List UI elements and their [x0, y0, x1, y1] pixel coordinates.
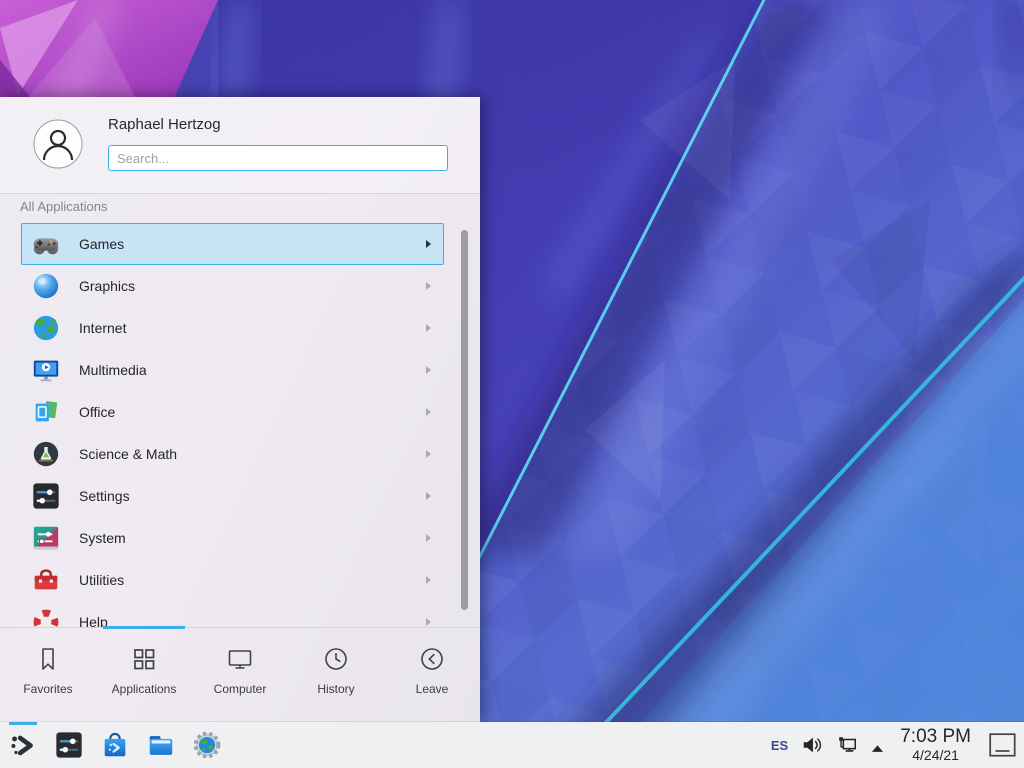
submenu-arrow-icon	[426, 240, 431, 248]
category-row-multimedia[interactable]: Multimedia	[21, 349, 444, 391]
active-tab-indicator	[103, 626, 185, 629]
clock-date: 4/24/21	[900, 748, 971, 763]
user-avatar-icon[interactable]	[33, 119, 83, 169]
network-icon[interactable]	[836, 734, 858, 756]
section-label: All Applications	[20, 199, 107, 214]
submenu-arrow-icon	[426, 492, 431, 500]
web-browser-button[interactable]	[184, 722, 230, 768]
discover-button[interactable]	[92, 722, 138, 768]
category-row-graphics[interactable]: Graphics	[21, 265, 444, 307]
expand-tray-icon[interactable]	[871, 741, 884, 750]
tab-history[interactable]: History	[288, 628, 384, 723]
category-label: Science & Math	[79, 446, 426, 462]
search-input[interactable]	[108, 145, 448, 171]
taskbar-launchers	[0, 722, 230, 768]
category-label: Office	[79, 404, 426, 420]
science-flask-icon	[31, 439, 61, 469]
category-label: Multimedia	[79, 362, 426, 378]
user-name: Raphael Hertzog	[108, 116, 221, 133]
category-label: Games	[79, 236, 426, 252]
category-row-science[interactable]: Science & Math	[21, 433, 444, 475]
category-row-help[interactable]: Help	[21, 601, 444, 627]
submenu-arrow-icon	[426, 324, 431, 332]
gamepad-icon	[31, 229, 61, 259]
submenu-arrow-icon	[426, 408, 431, 416]
category-row-internet[interactable]: Internet	[21, 307, 444, 349]
submenu-arrow-icon	[426, 534, 431, 542]
office-icon	[31, 397, 61, 427]
monitor-icon	[225, 644, 255, 674]
launcher-tab-bar: Favorites Applications Computer History	[0, 627, 480, 723]
submenu-arrow-icon	[426, 366, 431, 374]
taskbar: ES 7:03 PM 4/24/21	[0, 722, 1024, 768]
category-label: System	[79, 530, 426, 546]
category-row-utilities[interactable]: Utilities	[21, 559, 444, 601]
desktop: Raphael Hertzog All Applications Games	[0, 0, 1024, 768]
system-tray: ES 7:03 PM 4/24/21	[771, 727, 1024, 763]
clock[interactable]: 7:03 PM 4/24/21	[900, 727, 971, 763]
category-label: Internet	[79, 320, 426, 336]
application-menu-button[interactable]	[0, 722, 46, 768]
category-row-settings[interactable]: Settings	[21, 475, 444, 517]
submenu-arrow-icon	[426, 576, 431, 584]
category-row-system[interactable]: System	[21, 517, 444, 559]
volume-icon[interactable]	[801, 734, 823, 756]
category-list: Games Graphics	[0, 223, 480, 627]
file-manager-button[interactable]	[138, 722, 184, 768]
tab-computer[interactable]: Computer	[192, 628, 288, 723]
leave-icon	[417, 644, 447, 674]
launcher-header: Raphael Hertzog	[0, 97, 480, 194]
sphere-icon	[31, 271, 61, 301]
submenu-arrow-icon	[426, 450, 431, 458]
help-lifebuoy-icon	[31, 607, 61, 627]
tab-favorites[interactable]: Favorites	[0, 628, 96, 723]
category-row-games[interactable]: Games	[21, 223, 444, 265]
keyboard-layout-indicator[interactable]: ES	[771, 738, 788, 753]
tab-leave[interactable]: Leave	[384, 628, 480, 723]
multimedia-icon	[31, 355, 61, 385]
submenu-arrow-icon	[426, 282, 431, 290]
clock-icon	[321, 644, 351, 674]
category-label: Settings	[79, 488, 426, 504]
toolbox-icon	[31, 565, 61, 595]
system-settings-button[interactable]	[46, 722, 92, 768]
clock-time: 7:03 PM	[900, 727, 971, 748]
list-scrollbar[interactable]	[461, 230, 468, 610]
grid-icon	[129, 644, 159, 674]
settings-sliders-icon	[31, 481, 61, 511]
category-label: Graphics	[79, 278, 426, 294]
show-desktop-button[interactable]	[989, 733, 1016, 757]
submenu-arrow-icon	[426, 618, 431, 626]
tab-applications[interactable]: Applications	[96, 628, 192, 723]
category-label: Utilities	[79, 572, 426, 588]
system-icon	[31, 523, 61, 553]
globe-icon	[31, 313, 61, 343]
application-launcher-menu: Raphael Hertzog All Applications Games	[0, 97, 480, 722]
bookmark-icon	[33, 644, 63, 674]
category-row-office[interactable]: Office	[21, 391, 444, 433]
